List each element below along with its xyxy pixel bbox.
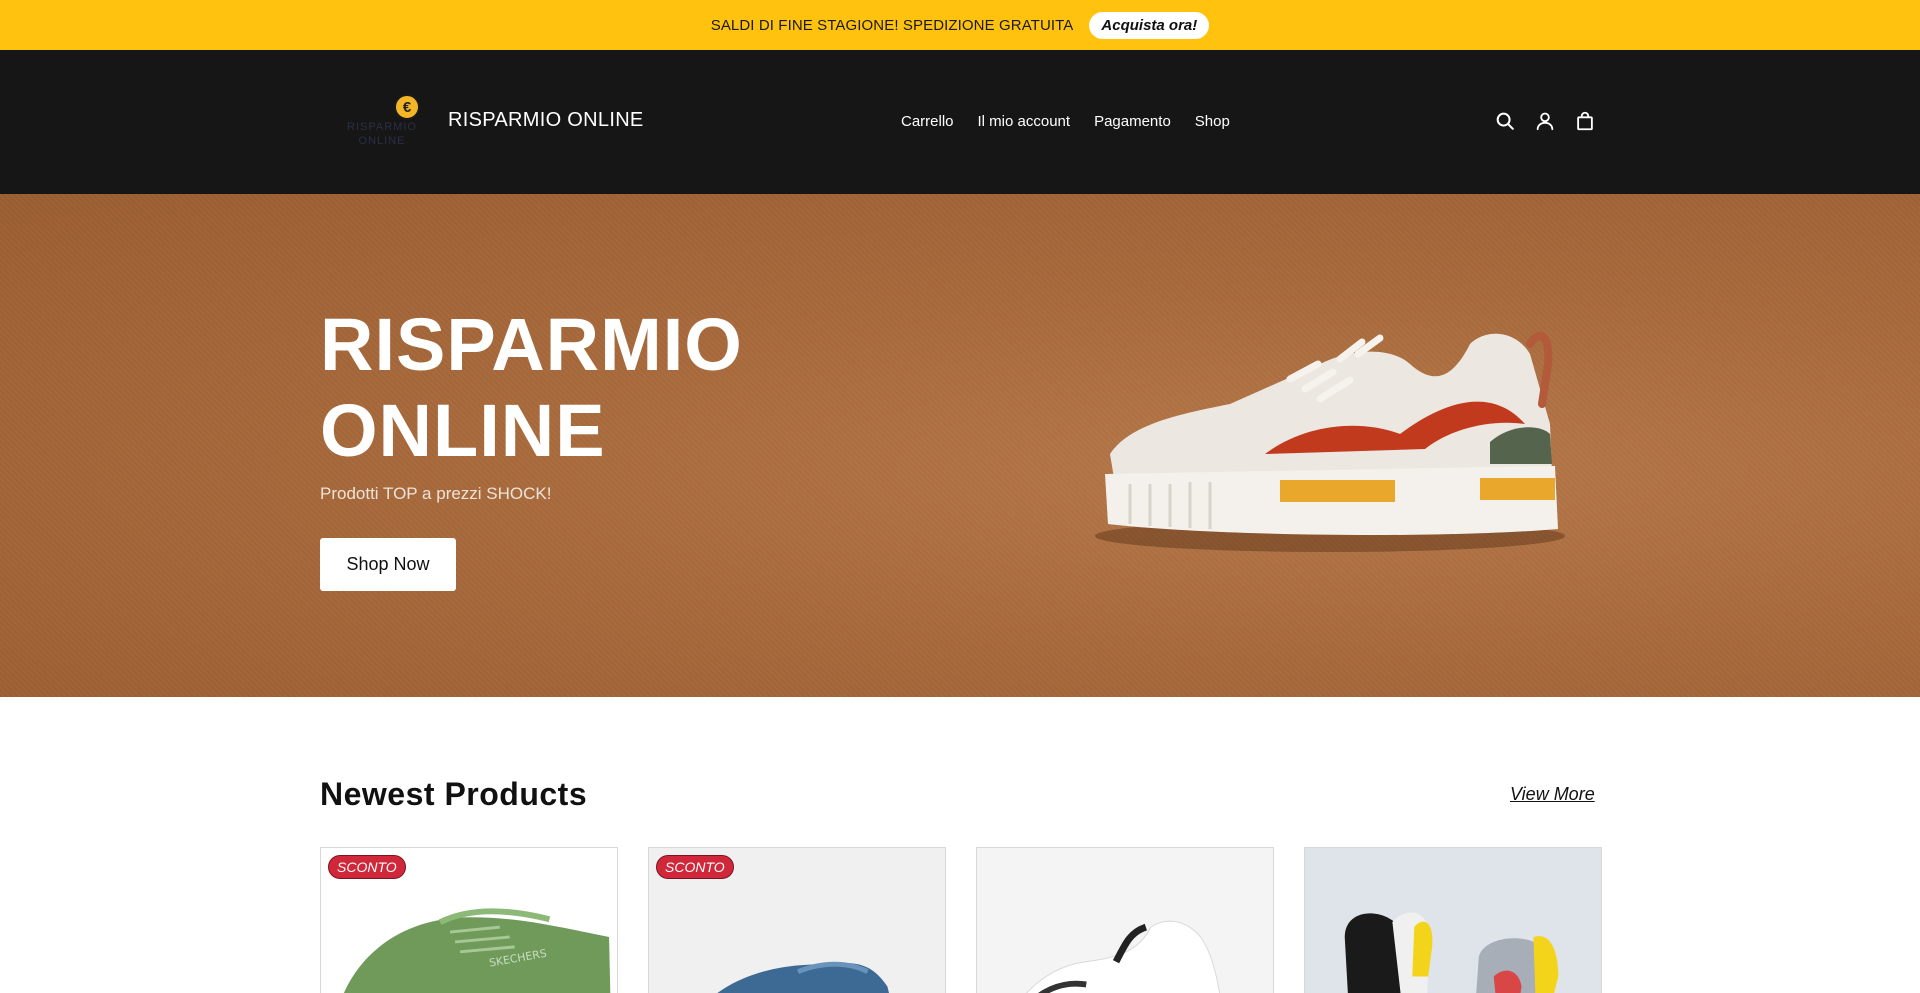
header-icons [1494,110,1596,132]
nav-link-account[interactable]: Il mio account [978,113,1071,130]
product-card[interactable] [1304,847,1602,993]
nav-link-carrello[interactable]: Carrello [901,113,954,130]
nav-link-pagamento[interactable]: Pagamento [1094,113,1171,130]
hero-title-line1: RISPARMIO [320,303,743,386]
product-card[interactable] [976,847,1274,993]
hero-texture [0,194,1920,697]
view-more-link[interactable]: View More [1510,784,1595,805]
logo-text: RISPARMIO ONLINE [347,121,417,147]
white-sneaker-image [977,848,1273,993]
site-header: € RISPARMIO ONLINE RISPARMIO ONLINE Carr… [0,50,1920,194]
euro-coin-icon: € [394,94,420,120]
sport-shoe-pair-image [1305,848,1601,993]
shop-now-button[interactable]: Shop Now [320,538,456,591]
site-logo[interactable]: € RISPARMIO ONLINE [320,90,430,154]
sconto-badge: SCONTO [328,855,406,879]
product-card[interactable]: SCONTO [648,847,946,993]
section-title-newest: Newest Products [320,776,588,812]
hero-title-line2: ONLINE [320,389,606,472]
account-icon[interactable] [1534,110,1556,132]
hero-banner: RISPARMIO ONLINE Prodotti TOP a prezzi S… [0,194,1920,697]
product-grid: SKECHERS SCONTO SCONTO [320,847,1602,993]
shop-now-announcement-button[interactable]: Acquista ora! [1089,11,1210,39]
announcement-bar: SALDI DI FINE STAGIONE! SPEDIZIONE GRATU… [0,0,1920,50]
product-card[interactable]: SKECHERS SCONTO [320,847,618,993]
shopping-bag-icon[interactable] [1574,110,1596,132]
hero-title: RISPARMIO ONLINE [320,302,920,474]
site-name[interactable]: RISPARMIO ONLINE [448,109,644,132]
hero-sneaker-image [1095,331,1565,552]
sconto-badge: SCONTO [656,855,734,879]
search-icon[interactable] [1494,110,1516,132]
nav-link-shop[interactable]: Shop [1195,113,1230,130]
announcement-text: SALDI DI FINE STAGIONE! SPEDIZIONE GRATU… [710,16,1074,34]
hero-subtitle: Prodotti TOP a prezzi SHOCK! [320,484,552,503]
main-nav: Carrello Il mio account Pagamento Shop [901,113,1230,130]
